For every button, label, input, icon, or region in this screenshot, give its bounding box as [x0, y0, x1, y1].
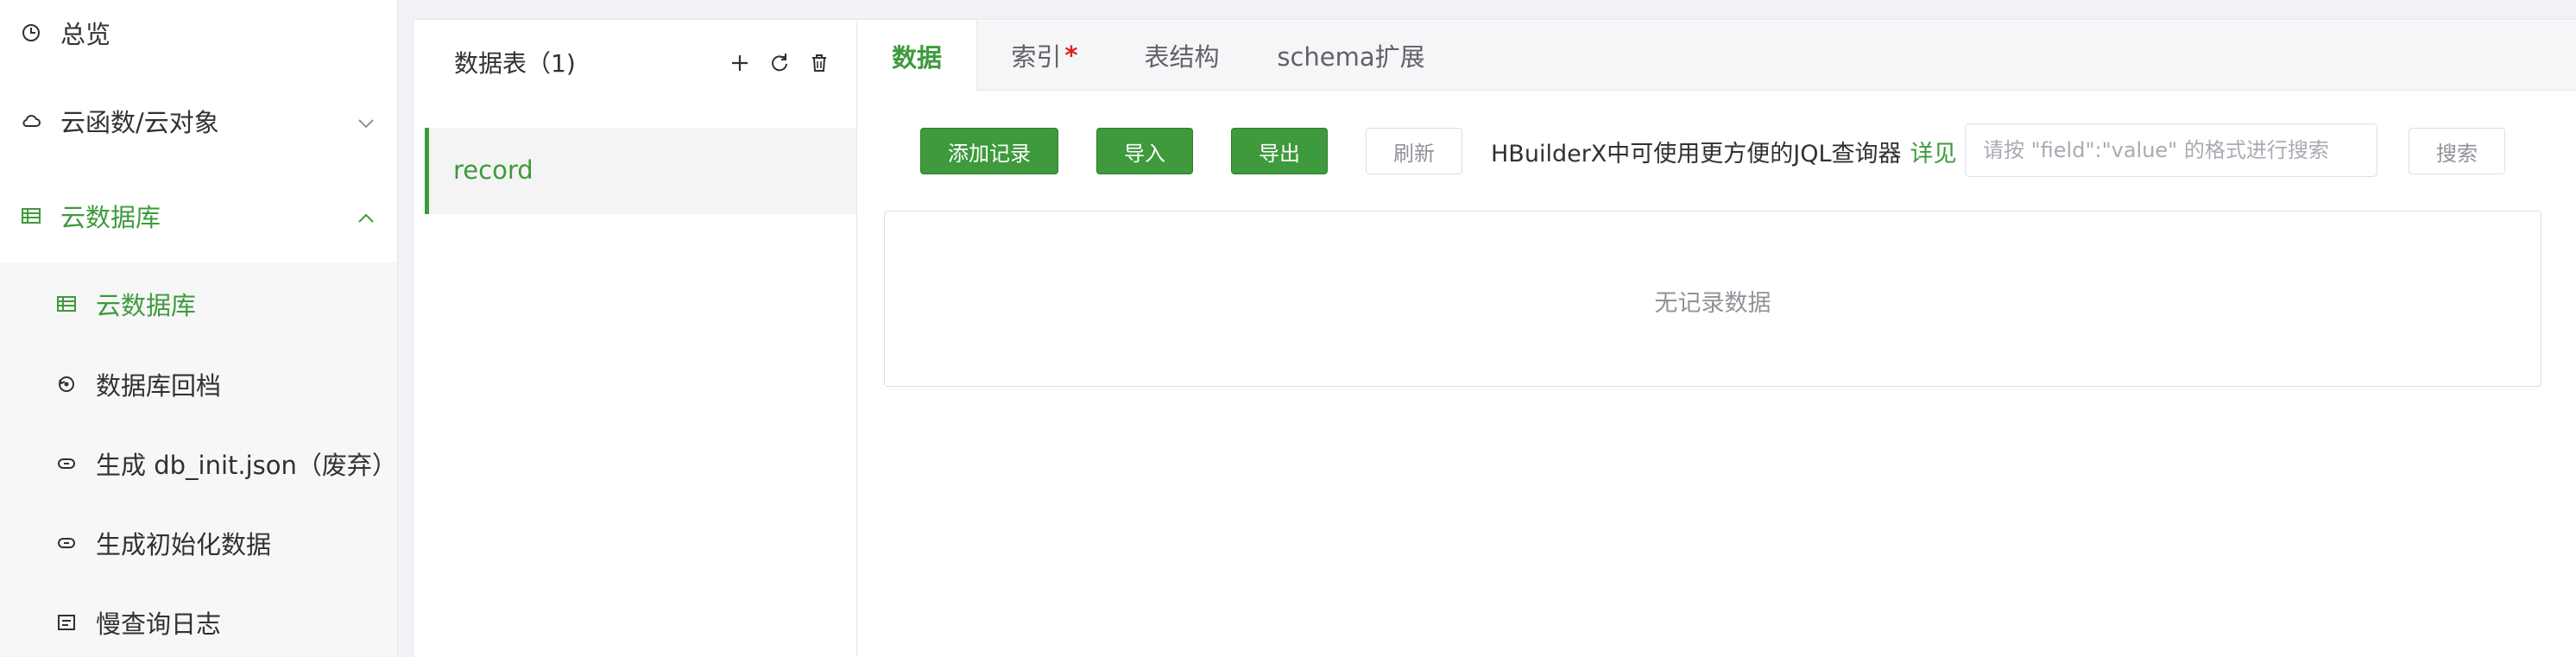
sidebar-item-cloud-database[interactable]: 云数据库	[0, 195, 397, 237]
required-badge: *	[1064, 41, 1078, 70]
sidebar-item-label: 云数据库	[96, 291, 197, 320]
tab-data[interactable]: 数据	[857, 21, 977, 91]
sidebar-item-label: 总览	[60, 20, 111, 49]
jql-hint: HBuilderX中可使用更方便的JQL查询器 详见	[1491, 135, 1957, 168]
sidebar-subitem-cloud-database[interactable]: 云数据库	[0, 283, 397, 325]
sidebar-item-label: 数据库回档	[96, 371, 222, 401]
export-button[interactable]: 导出	[1231, 128, 1328, 174]
tab-index[interactable]: 索引 *	[976, 21, 1113, 90]
trash-icon[interactable]	[808, 52, 830, 74]
database-icon	[54, 292, 79, 316]
tab-label: 数据	[891, 42, 942, 73]
sidebar-item-label: 生成 db_init.json（废弃）	[96, 451, 397, 480]
search-input[interactable]	[1965, 123, 2377, 177]
sidebar-subitem-db-rollback[interactable]: 数据库回档	[0, 363, 397, 405]
refresh-button[interactable]: 刷新	[1366, 128, 1462, 174]
tab-schema-extension[interactable]: schema扩展	[1251, 21, 1451, 90]
table-name: record	[453, 155, 534, 185]
import-button[interactable]: 导入	[1096, 128, 1193, 174]
tab-label: 索引	[1011, 42, 1062, 72]
database-icon	[19, 204, 43, 228]
add-record-button[interactable]: 添加记录	[920, 128, 1058, 174]
table-list-actions	[729, 52, 830, 74]
chevron-down-icon[interactable]	[356, 111, 376, 131]
refresh-icon[interactable]	[768, 52, 791, 74]
details-link[interactable]: 详见	[1910, 141, 1957, 167]
sidebar-item-overview[interactable]: 总览	[0, 12, 397, 54]
tab-label: schema扩展	[1277, 42, 1425, 72]
sidebar-subitem-slow-query-log[interactable]: 慢查询日志	[0, 602, 397, 643]
restore-icon	[54, 372, 79, 396]
sidebar-subitem-generate-db-init[interactable]: 生成 db_init.json（废弃）	[0, 443, 397, 484]
sidebar-item-label: 生成初始化数据	[96, 530, 272, 559]
tab-schema[interactable]: 表结构	[1113, 21, 1251, 90]
table-list-header: 数据表（1)	[425, 21, 856, 107]
search-button[interactable]: 搜索	[2409, 128, 2505, 174]
sidebar: 总览 云函数/云对象 云数据库 云数据库 数据库回档 生成 db_init.js…	[0, 0, 398, 656]
sidebar-item-label: 云数据库	[60, 203, 161, 232]
log-icon	[54, 610, 79, 635]
cloud-icon	[19, 109, 43, 133]
sidebar-item-label: 慢查询日志	[96, 610, 222, 639]
table-list-panel: 数据表（1) record	[425, 21, 857, 656]
link-icon	[54, 452, 79, 476]
sidebar-item-label: 云函数/云对象	[60, 108, 219, 137]
clock-icon	[19, 21, 43, 45]
jql-hint-text: HBuilderX中可使用更方便的JQL查询器	[1491, 141, 1902, 167]
tab-label: 表结构	[1144, 42, 1220, 72]
sidebar-item-cloud-functions[interactable]: 云函数/云对象	[0, 100, 397, 142]
chevron-up-icon[interactable]	[356, 205, 376, 226]
records-panel: 无记录数据	[884, 211, 2541, 387]
empty-state-text: 无记录数据	[1654, 290, 1771, 317]
link-icon	[54, 531, 79, 555]
sidebar-subitem-generate-init-data[interactable]: 生成初始化数据	[0, 522, 397, 564]
table-list-item-record[interactable]: record	[425, 128, 856, 214]
table-list-title: 数据表（1)	[454, 49, 576, 78]
tab-bar: 数据 索引 * 表结构 schema扩展	[857, 21, 2576, 91]
plus-icon[interactable]	[729, 52, 751, 74]
